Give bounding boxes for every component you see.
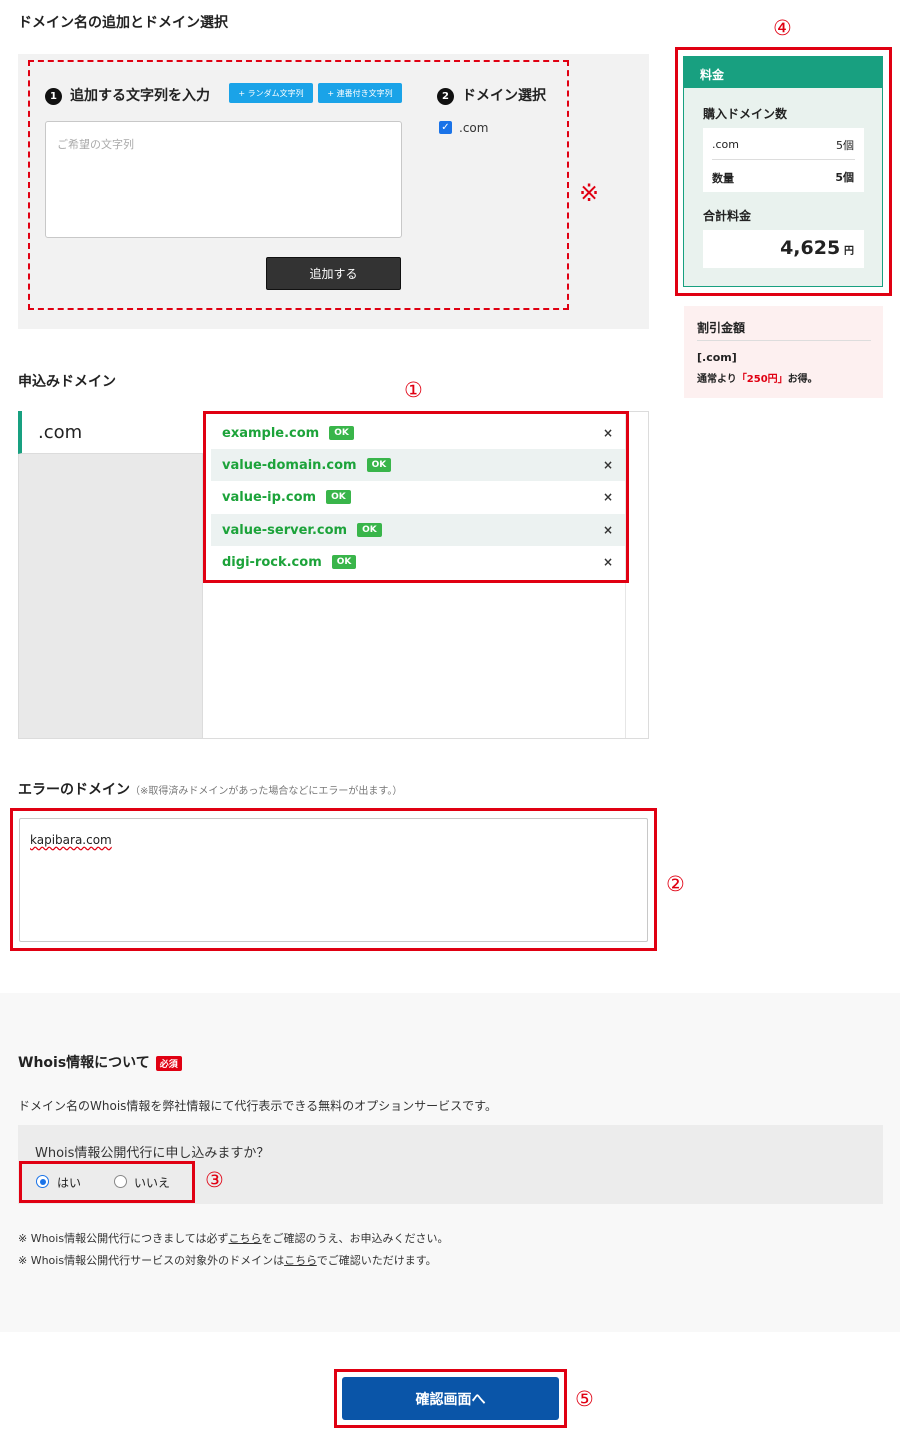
price-table: .com 5個 数量 5個 [703,128,864,192]
price-tld-count: 5個 [836,139,854,152]
com-checkbox[interactable]: ✓ [439,121,452,134]
purchase-count-title: 購入ドメイン数 [703,107,788,121]
excluded-domains-link[interactable]: こちら [284,1254,317,1267]
step2-label: 2 ドメイン選択 [437,85,546,105]
whois-note-2: ※ Whois情報公開代行サービスの対象外のドメインはこちらでご確認いただけます… [18,1254,437,1267]
whois-note-1: ※ Whois情報公開代行につきましては必ずこちらをご確認のうえ、お申込みくださ… [18,1232,449,1245]
qty-label: 数量 [712,172,734,185]
marker-3: ③ [205,1168,224,1192]
discount-panel: 割引金額 [.com] 通常より「250円」お得。 [684,306,883,398]
marker-1: ① [404,378,423,402]
highlight-box-1 [203,411,629,583]
kome-marker: ※ [579,179,600,207]
tld-tab-column [18,411,203,739]
total-box: 4,625 円 [703,230,864,268]
add-button[interactable]: 追加する [266,257,401,290]
whois-description: ドメイン名のWhois情報を弊社情報にて代行表示できる無料のオプションサービスで… [18,1099,497,1113]
marker-4: ④ [773,16,792,40]
discount-tld: [.com] [697,351,737,364]
step2-number: 2 [437,87,454,105]
whois-info-link[interactable]: こちら [229,1232,262,1245]
price-header: 料金 [684,57,882,88]
serial-string-button[interactable]: + 連番付き文字列 [318,83,402,103]
required-badge: 必須 [155,1055,182,1071]
marker-5: ⑤ [575,1387,594,1411]
whois-title: Whois情報について 必須 [18,1052,182,1072]
discount-title: 割引金額 [697,321,746,335]
discount-divider [697,340,871,341]
step1-label: 1 追加する文字列を入力 [45,85,210,105]
com-checkbox-label: .com [459,121,489,135]
step1-text: 追加する文字列を入力 [70,88,210,104]
tab-com[interactable]: .com [18,411,203,454]
total-value: 4,625 [780,237,841,259]
step1-number: 1 [45,87,62,105]
add-section-title: ドメイン名の追加とドメイン選択 [18,15,228,31]
highlight-box-3 [19,1161,195,1203]
price-tld: .com [712,138,739,151]
random-string-button[interactable]: + ランダム文字列 [229,83,313,103]
whois-question: Whois情報公開代行に申し込みますか？ [35,1146,270,1161]
total-label: 合計料金 [703,209,752,223]
applied-section-title: 申込みドメイン [18,374,116,390]
total-unit: 円 [844,246,854,257]
error-note: （※取得済みドメインがあった場合などにエラーが出ます。） [130,786,403,797]
confirm-button[interactable]: 確認画面へ [342,1377,559,1420]
error-section-title: エラーのドメイン（※取得済みドメインがあった場合などにエラーが出ます。） [18,779,402,799]
string-input[interactable]: ご希望の文字列 [45,121,402,238]
discount-line: 通常より「250円」お得。 [697,374,818,385]
price-divider [712,159,855,160]
check-icon: ✓ [441,122,450,133]
step2-text: ドメイン選択 [462,88,546,104]
whois-title-text: Whois情報について [18,1055,150,1071]
error-title-text: エラーのドメイン [18,782,130,798]
qty-value: 5個 [835,171,854,184]
discount-amount: 「250円」 [736,374,788,385]
highlight-box-2 [10,808,657,951]
marker-2: ② [666,872,685,896]
